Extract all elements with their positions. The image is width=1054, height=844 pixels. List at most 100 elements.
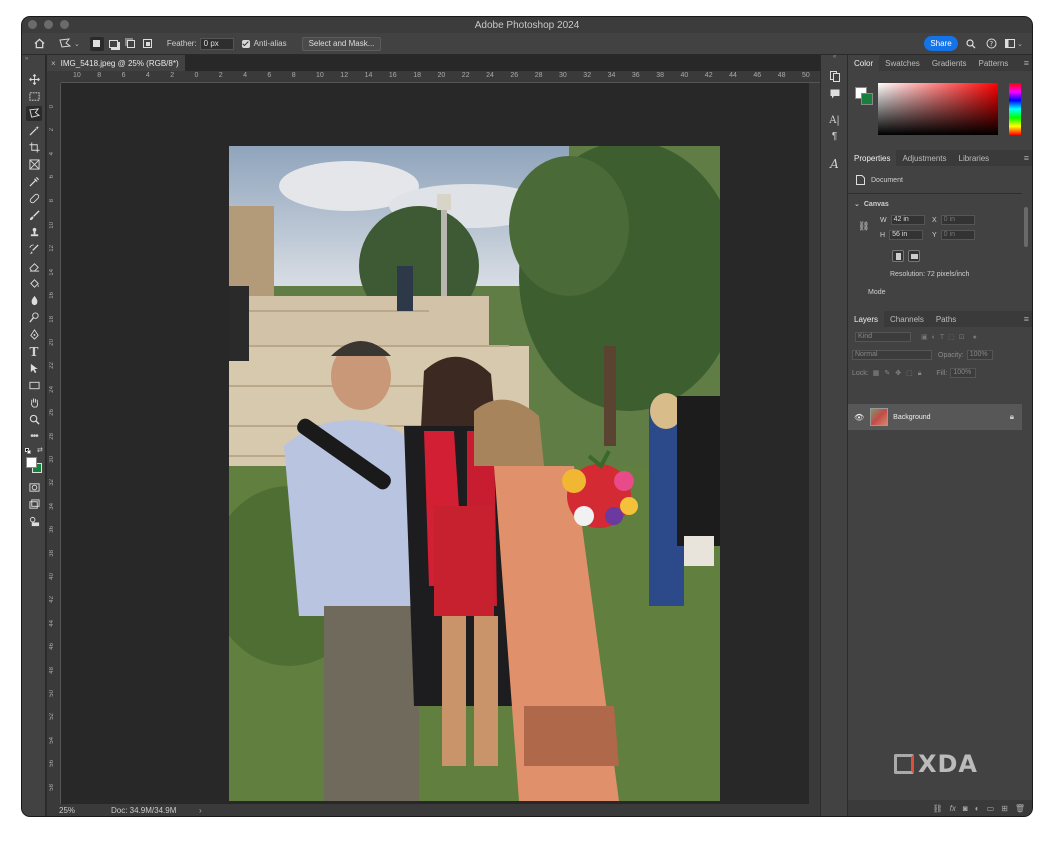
glyphs-panel-button[interactable]: A xyxy=(827,157,842,171)
lock-icons[interactable]: ▦✎✥⬚🔒︎ xyxy=(873,369,927,378)
link-layers-icon[interactable]: ⛓ xyxy=(933,804,943,813)
x-input[interactable]: 0 in xyxy=(940,215,975,225)
new-group-icon[interactable]: ▭ xyxy=(987,804,995,813)
type-tool[interactable]: T xyxy=(26,344,42,359)
tab-patterns[interactable]: Patterns xyxy=(973,55,1015,71)
help-button[interactable]: ? xyxy=(984,36,998,51)
lasso-tool-preset[interactable]: ⌄ xyxy=(59,33,80,55)
share-button[interactable]: Share xyxy=(924,36,958,51)
screen-mode-button[interactable] xyxy=(26,497,42,512)
vertical-scrollbar[interactable] xyxy=(809,83,820,804)
tab-properties[interactable]: Properties xyxy=(848,150,897,166)
opacity-input[interactable]: 100% xyxy=(966,350,993,360)
trash-icon[interactable]: 🗑︎ xyxy=(1015,804,1025,813)
panel-menu-icon[interactable]: ≡ xyxy=(1024,58,1029,68)
vertical-ruler[interactable]: 0 2 4 6 8 10 12 14 16 18 20 22 24 26 28 30 32 34 36 38 40 42 4… xyxy=(47,83,61,804)
blend-mode-select[interactable]: Normal xyxy=(852,350,932,360)
tab-gradients[interactable]: Gradients xyxy=(926,55,973,71)
landscape-orientation-button[interactable] xyxy=(908,250,920,262)
paint-bucket-tool[interactable] xyxy=(26,276,42,291)
tab-swatches[interactable]: Swatches xyxy=(879,55,926,71)
paragraph-panel-button[interactable]: ¶ xyxy=(827,129,842,143)
zoom-level[interactable]: 25% xyxy=(59,806,111,815)
pasteboard[interactable] xyxy=(61,83,809,804)
clone-stamp-tool[interactable] xyxy=(26,225,42,240)
zoom-tool[interactable] xyxy=(26,412,42,427)
fill-input[interactable]: 100% xyxy=(950,368,977,378)
hand-tool[interactable] xyxy=(26,395,42,410)
add-mask-icon[interactable]: ◙ xyxy=(963,804,968,813)
adjustment-layer-icon[interactable]: ◐ xyxy=(975,804,980,813)
search-button[interactable] xyxy=(964,36,978,51)
zoom-window-button[interactable] xyxy=(60,20,69,29)
chevron-right-icon[interactable]: › xyxy=(199,806,202,815)
subtract-from-selection-button[interactable] xyxy=(124,37,138,51)
healing-brush-tool[interactable] xyxy=(26,191,42,206)
brush-tool[interactable] xyxy=(26,208,42,223)
marquee-tool[interactable] xyxy=(26,89,42,104)
properties-scrollbar[interactable] xyxy=(1024,207,1028,247)
eyedropper-tool[interactable] xyxy=(26,174,42,189)
canvas-photo[interactable] xyxy=(229,146,720,801)
y-input[interactable]: 0 in xyxy=(940,230,975,240)
quick-mask-button[interactable] xyxy=(26,480,42,495)
foreground-color-swatch[interactable] xyxy=(26,457,37,468)
tab-layers[interactable]: Layers xyxy=(848,311,885,327)
contextual-taskbar-button[interactable] xyxy=(26,514,42,529)
antialias-checkbox[interactable] xyxy=(241,39,250,48)
path-selection-tool[interactable] xyxy=(26,361,42,376)
frame-tool[interactable] xyxy=(26,157,42,172)
collapse-panels-icon[interactable]: « xyxy=(833,54,836,60)
height-input[interactable]: 56 in xyxy=(889,230,924,240)
tab-libraries[interactable]: Libraries xyxy=(953,150,996,166)
swap-colors-icon[interactable]: ⇄ xyxy=(37,446,43,454)
add-to-selection-button[interactable] xyxy=(107,37,121,51)
horizontal-ruler[interactable]: 10 8 6 4 2 0 2 4 6 8 10 12 14 16 18 20 22 24 26 28 30 32 34 36 3… xyxy=(61,71,820,83)
rectangle-tool[interactable] xyxy=(26,378,42,393)
tab-channels[interactable]: Channels xyxy=(884,311,930,327)
hue-slider[interactable] xyxy=(1009,83,1021,135)
tab-adjustments[interactable]: Adjustments xyxy=(896,150,952,166)
color-field[interactable] xyxy=(878,83,998,135)
select-and-mask-button[interactable]: Select and Mask... xyxy=(301,36,382,51)
layer-name[interactable]: Background xyxy=(893,414,930,421)
collapse-panel-icon[interactable]: » xyxy=(25,56,28,62)
fx-icon[interactable]: fx xyxy=(950,804,956,813)
close-tab-icon[interactable]: × xyxy=(51,59,56,68)
new-selection-button[interactable] xyxy=(89,36,104,51)
pen-tool[interactable] xyxy=(26,327,42,342)
tab-paths[interactable]: Paths xyxy=(930,311,962,327)
filter-toggle-icon[interactable]: ● xyxy=(973,334,977,341)
home-button[interactable] xyxy=(34,33,45,55)
lasso-tool[interactable] xyxy=(26,106,42,121)
portrait-orientation-button[interactable] xyxy=(892,250,904,262)
quick-selection-tool[interactable] xyxy=(26,123,42,138)
link-dimensions-button[interactable]: ⛓ xyxy=(858,221,869,232)
close-window-button[interactable] xyxy=(28,20,37,29)
dodge-tool[interactable] xyxy=(26,310,42,325)
panel-menu-icon[interactable]: ≡ xyxy=(1024,314,1029,324)
tab-color[interactable]: Color xyxy=(848,55,880,71)
history-panel-button[interactable] xyxy=(827,69,842,83)
document-tab[interactable]: × IMG_5418.jpeg @ 25% (RGB/8*) xyxy=(47,55,185,71)
new-layer-icon[interactable]: ⊞ xyxy=(1001,804,1008,813)
layer-row-background[interactable]: 👁︎ Background 🔒︎ xyxy=(848,404,1022,430)
crop-tool[interactable] xyxy=(26,140,42,155)
edit-toolbar-button[interactable]: ••• xyxy=(26,429,42,444)
layer-kind-filter[interactable]: Kind xyxy=(855,332,911,342)
comments-panel-button[interactable] xyxy=(827,87,842,101)
panel-menu-icon[interactable]: ≡ xyxy=(1024,153,1029,163)
width-input[interactable]: 42 in xyxy=(890,215,925,225)
move-tool[interactable] xyxy=(26,72,42,87)
background-color-swatch[interactable] xyxy=(861,93,873,105)
canvas-section-header[interactable]: ⌄ Canvas xyxy=(854,200,889,209)
minimize-window-button[interactable] xyxy=(44,20,53,29)
eye-icon[interactable]: 👁︎ xyxy=(854,413,864,422)
default-colors-icon[interactable] xyxy=(25,448,31,454)
feather-input[interactable]: 0 px xyxy=(199,37,234,50)
character-panel-button[interactable]: A| xyxy=(827,113,842,127)
intersect-selection-button[interactable] xyxy=(141,37,155,51)
eraser-tool[interactable] xyxy=(26,259,42,274)
blur-tool[interactable] xyxy=(26,293,42,308)
color-swatches[interactable] xyxy=(26,457,44,475)
